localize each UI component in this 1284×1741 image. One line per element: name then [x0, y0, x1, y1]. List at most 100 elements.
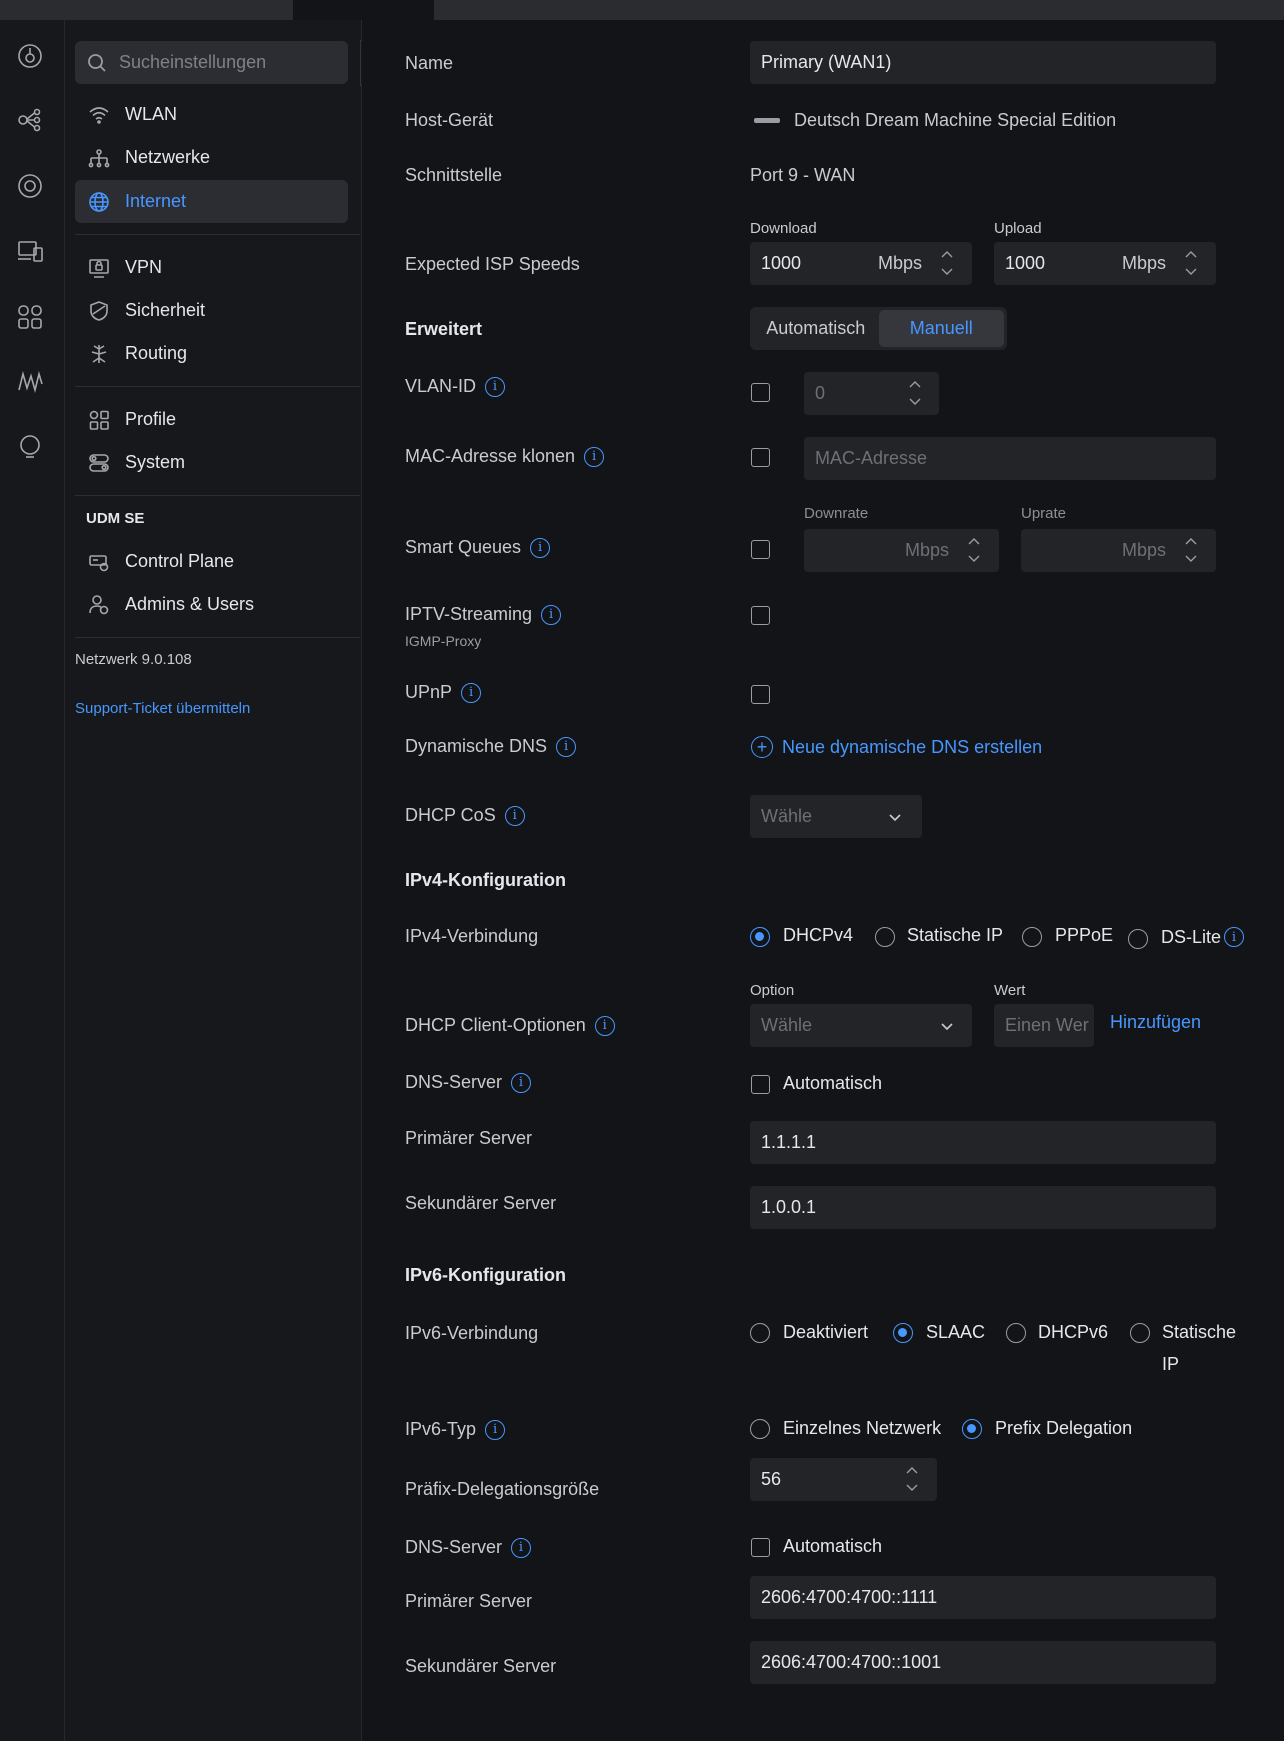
ipv4-radio-dslite[interactable] — [1128, 929, 1148, 949]
ipv6-type-radio-single[interactable] — [750, 1419, 770, 1439]
sidebar-item-label: VPN — [125, 257, 163, 277]
dhcp-cos-label: DHCP CoS i — [405, 805, 525, 826]
sidebar-item-vpn[interactable]: VPN — [75, 246, 348, 289]
clients-icon[interactable] — [16, 237, 44, 265]
info-icon[interactable]: i — [485, 1419, 506, 1440]
ipv6-radio-dhcpv6[interactable] — [1006, 1323, 1026, 1343]
ipv6-section-heading: IPv6-Konfiguration — [405, 1265, 566, 1285]
ipv4-section-heading: IPv4-Konfiguration — [405, 870, 566, 890]
settings-search[interactable] — [75, 41, 348, 84]
iptv-label-text: IPTV-Streaming — [405, 604, 533, 624]
dhcp-client-options-label-text: DHCP Client-Optionen — [405, 1015, 586, 1035]
downrate-unit: Mbps — [905, 540, 950, 560]
ipv6-type-option-label: Einzelnes Netzwerk — [783, 1418, 942, 1438]
create-ddns-link-text: Neue dynamische DNS erstellen — [782, 736, 1043, 757]
smart-queues-checkbox[interactable] — [751, 540, 770, 559]
info-icon[interactable]: i — [511, 1072, 532, 1093]
active-tab[interactable] — [293, 0, 434, 20]
info-icon[interactable]: i — [541, 604, 562, 625]
apps-icon[interactable] — [16, 303, 44, 331]
ipv6-type-radio-prefix[interactable] — [962, 1419, 982, 1439]
info-icon[interactable]: i — [485, 376, 506, 397]
secondary6-dns-input[interactable]: 2606:4700:4700::1001 — [750, 1641, 1216, 1684]
info-icon[interactable]: i — [1224, 927, 1244, 947]
ddns-label: Dynamische DNS i — [405, 736, 577, 757]
topology-icon[interactable] — [16, 106, 44, 134]
sidebar-item-wlan[interactable]: WLAN — [75, 93, 348, 136]
mac-clone-checkbox[interactable] — [751, 448, 770, 467]
info-icon[interactable]: i — [461, 682, 482, 703]
notifications-icon[interactable] — [16, 433, 44, 461]
advanced-mode-toggle[interactable]: Automatisch Manuell — [750, 307, 1007, 350]
prefix-size-label: Präfix-Delegationsgröße — [405, 1479, 600, 1499]
support-ticket-link[interactable]: Support-Ticket übermitteln — [75, 700, 250, 717]
ipv4-option-label: PPPoE — [1055, 925, 1114, 945]
ipv4-radio-pppoe[interactable] — [1022, 927, 1042, 947]
upload-speed-value: 1000 — [1005, 253, 1046, 273]
prefix-size-stepper[interactable] — [905, 1465, 919, 1493]
info-icon[interactable]: i — [594, 1015, 615, 1036]
info-icon[interactable]: i — [556, 736, 577, 757]
dns4-label: DNS-Server i — [405, 1072, 532, 1093]
sidebar-item-internet[interactable]: Internet — [75, 180, 348, 223]
smart-queues-label: Smart Queues i — [405, 537, 551, 558]
dhcp-cos-label-text: DHCP CoS — [405, 805, 496, 825]
sidebar-item-admins-users[interactable]: Admins & Users — [75, 583, 348, 626]
upnp-checkbox[interactable] — [751, 685, 770, 704]
sidebar-item-control-plane[interactable]: Control Plane — [75, 540, 348, 583]
dns6-auto-checkbox[interactable] — [751, 1538, 770, 1557]
add-option-link[interactable]: Hinzufügen — [1110, 1012, 1201, 1033]
ddns-label-text: Dynamische DNS — [405, 736, 548, 756]
sidebar-item-routing[interactable]: Routing — [75, 332, 348, 375]
ipv4-radio-static[interactable] — [875, 927, 895, 947]
download-speed-input[interactable]: 1000 — [750, 242, 972, 285]
devices-icon[interactable] — [16, 172, 44, 200]
sidebar-divider — [75, 637, 360, 638]
name-input[interactable]: Primary (WAN1) — [750, 41, 1216, 84]
search-input[interactable] — [117, 51, 341, 74]
dns4-label-text: DNS-Server — [405, 1072, 503, 1092]
search-icon — [88, 53, 106, 72]
dns4-auto-checkbox[interactable] — [751, 1075, 770, 1094]
primary6-dns-input[interactable]: 2606:4700:4700::1111 — [750, 1576, 1216, 1619]
primary4-dns-input[interactable]: 1.1.1.1 — [750, 1121, 1216, 1164]
dhcp-value-input[interactable]: Einen Wer — [994, 1004, 1094, 1047]
ipv6-radio-disabled[interactable] — [750, 1323, 770, 1343]
plus-circle-icon: + — [751, 736, 773, 758]
download-stepper[interactable] — [940, 249, 954, 277]
downrate-stepper[interactable] — [967, 536, 981, 564]
upload-stepper[interactable] — [1184, 249, 1198, 277]
upload-speed-input[interactable]: 1000 — [994, 242, 1216, 285]
primary6-label: Primärer Server — [405, 1591, 533, 1611]
sidebar-item-sicherheit[interactable]: Sicherheit — [75, 289, 348, 332]
ipv4-radio-dhcpv4[interactable] — [750, 927, 770, 947]
vlan-checkbox[interactable] — [751, 383, 770, 402]
sidebar-item-netzwerke[interactable]: Netzwerke — [75, 136, 348, 179]
iptv-checkbox[interactable] — [751, 606, 770, 625]
chevron-down-icon — [887, 809, 903, 825]
sidebar-item-system[interactable]: System — [75, 441, 348, 484]
uprate-stepper[interactable] — [1184, 536, 1198, 564]
secondary4-dns-input[interactable]: 1.0.0.1 — [750, 1186, 1216, 1229]
create-ddns-link[interactable]: + Neue dynamische DNS erstellen — [751, 736, 1042, 758]
sidebar-item-label: System — [125, 452, 186, 472]
dashboard-icon[interactable] — [16, 42, 44, 70]
sidebar-divider — [75, 234, 360, 235]
info-icon[interactable]: i — [584, 446, 605, 467]
vlan-label: VLAN-ID i — [405, 376, 506, 397]
insights-icon[interactable] — [16, 368, 44, 396]
vlan-stepper[interactable] — [908, 379, 922, 407]
secondary4-label: Sekundärer Server — [405, 1193, 557, 1213]
sidebar-item-profile[interactable]: Profile — [75, 398, 348, 441]
ipv6-radio-static[interactable] — [1130, 1323, 1150, 1343]
ipv6-radio-slaac[interactable] — [893, 1323, 913, 1343]
dhcp-client-options-label: DHCP Client-Optionen i — [405, 1015, 615, 1036]
info-icon[interactable]: i — [530, 537, 551, 558]
advanced-option-manual[interactable]: Manuell — [878, 310, 1004, 347]
mac-address-input[interactable]: MAC-Adresse — [804, 437, 1216, 480]
info-icon[interactable]: i — [511, 1537, 532, 1558]
sidebar-item-label: Netzwerke — [125, 147, 211, 167]
option-label: Option — [750, 982, 795, 999]
info-icon[interactable]: i — [504, 805, 525, 826]
advanced-option-automatic[interactable]: Automatisch — [753, 310, 879, 347]
